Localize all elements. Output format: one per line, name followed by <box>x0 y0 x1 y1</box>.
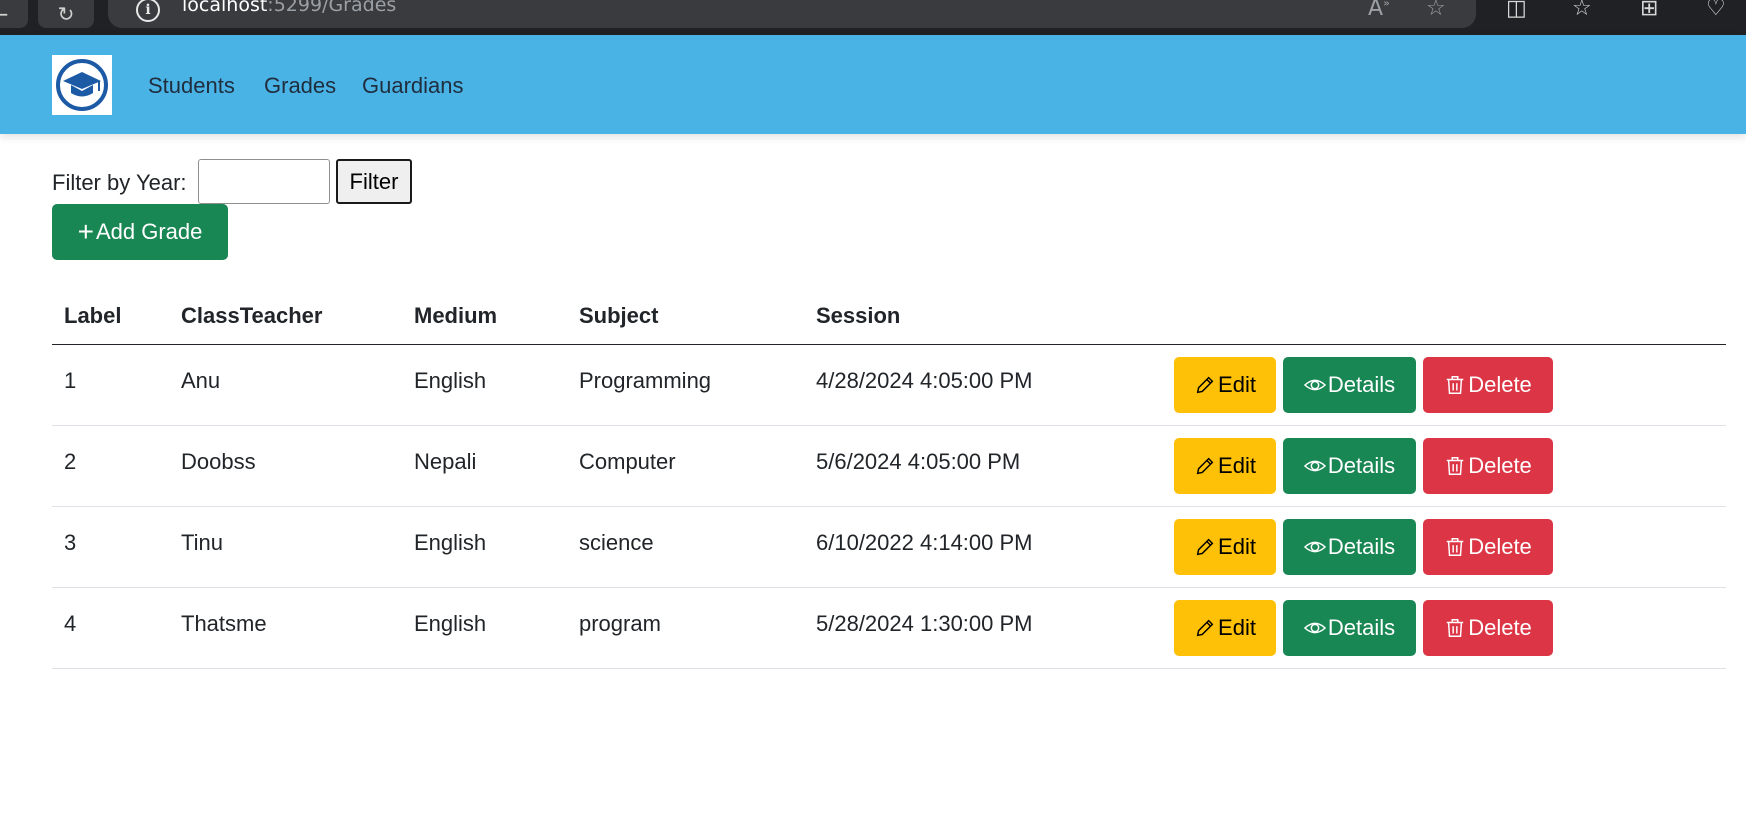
details-button[interactable]: Details <box>1283 519 1416 575</box>
trash-icon <box>1446 457 1464 475</box>
details-label: Details <box>1327 453 1396 478</box>
cell-classteacher: Tinu <box>181 530 223 555</box>
nav-link-grades[interactable]: Grades <box>264 73 336 99</box>
read-aloud-icon[interactable]: A» <box>1368 0 1390 21</box>
nav-link-guardians[interactable]: Guardians <box>362 73 464 99</box>
collections-icon[interactable]: ⊞ <box>1640 0 1658 21</box>
delete-button[interactable]: Delete <box>1423 357 1553 413</box>
pencil-icon <box>1196 538 1214 556</box>
eye-icon <box>1303 541 1326 553</box>
edit-label: Edit <box>1218 372 1256 397</box>
cell-medium: English <box>414 611 487 636</box>
nav-link-students[interactable]: Students <box>148 73 235 99</box>
trash-icon <box>1446 538 1464 556</box>
cell-subject: program <box>579 611 661 636</box>
back-arrow-icon: ← <box>0 2 8 26</box>
delete-label: Delete <box>1468 453 1532 478</box>
delete-button[interactable]: Delete <box>1423 600 1553 656</box>
header-label: Label <box>64 303 122 328</box>
delete-button[interactable]: Delete <box>1423 438 1553 494</box>
header-subject: Subject <box>579 303 659 328</box>
back-button[interactable]: ← <box>0 0 28 28</box>
address-bar[interactable]: i localhost:5299/Grades A» ☆ <box>108 0 1476 28</box>
details-button[interactable]: Details <box>1283 357 1416 413</box>
details-button[interactable]: Details <box>1283 600 1416 656</box>
edit-label: Edit <box>1218 453 1256 478</box>
filter-year-input[interactable] <box>198 159 330 204</box>
cell-classteacher: Thatsme <box>181 611 267 636</box>
pencil-icon <box>1196 619 1214 637</box>
delete-label: Delete <box>1468 372 1532 397</box>
delete-label: Delete <box>1468 615 1532 640</box>
table-row: 1 Anu English Programming 4/28/2024 4:05… <box>52 345 1726 426</box>
reload-button[interactable]: ↻ <box>38 0 94 28</box>
cell-session: 4/28/2024 4:05:00 PM <box>816 368 1033 393</box>
cell-session: 5/6/2024 4:05:00 PM <box>816 449 1021 474</box>
header-classteacher: ClassTeacher <box>181 303 323 328</box>
cell-label: 1 <box>64 368 77 393</box>
cell-label: 3 <box>64 530 77 555</box>
table-row: 3 Tinu English science 6/10/2022 4:14:00… <box>52 507 1726 588</box>
add-grade-label: Add Grade <box>95 219 203 244</box>
url-text[interactable]: localhost:5299/Grades <box>182 0 396 16</box>
edit-button[interactable]: Edit <box>1174 438 1276 494</box>
favorites-icon[interactable]: ☆ <box>1572 0 1592 21</box>
favorite-star-icon[interactable]: ☆ <box>1426 0 1446 21</box>
pencil-icon <box>1196 376 1214 394</box>
performance-icon[interactable]: ♡ <box>1706 0 1726 21</box>
eye-icon <box>1303 622 1326 634</box>
navbar: Students Grades Guardians <box>0 35 1746 134</box>
delete-label: Delete <box>1468 534 1532 559</box>
details-label: Details <box>1327 615 1396 640</box>
cell-subject: science <box>579 530 654 555</box>
school-logo[interactable] <box>52 55 112 115</box>
eye-icon <box>1303 379 1326 391</box>
filter-button[interactable]: Filter <box>336 159 412 204</box>
cell-label: 2 <box>64 449 77 474</box>
pencil-icon <box>1196 457 1214 475</box>
eye-icon <box>1303 460 1326 472</box>
reload-icon: ↻ <box>57 2 75 26</box>
edit-button[interactable]: Edit <box>1174 600 1276 656</box>
table-row: 4 Thatsme English program 5/28/2024 1:30… <box>52 588 1726 669</box>
cell-medium: Nepali <box>414 449 477 474</box>
add-grade-button[interactable]: + Add Grade <box>52 204 228 260</box>
delete-button[interactable]: Delete <box>1423 519 1553 575</box>
details-label: Details <box>1327 372 1396 397</box>
plus-icon: + <box>77 216 94 247</box>
cell-medium: English <box>414 368 487 393</box>
cell-subject: Programming <box>579 368 712 393</box>
header-medium: Medium <box>414 303 498 328</box>
edit-label: Edit <box>1218 615 1256 640</box>
details-label: Details <box>1327 534 1396 559</box>
browser-toolbar: ← ↻ i localhost:5299/Grades A» ☆ ◫ ☆ ⊞ ♡ <box>0 0 1746 35</box>
cell-session: 6/10/2022 4:14:00 PM <box>816 530 1033 555</box>
trash-icon <box>1446 376 1464 394</box>
cell-session: 5/28/2024 1:30:00 PM <box>816 611 1033 636</box>
cell-classteacher: Anu <box>181 368 221 393</box>
details-button[interactable]: Details <box>1283 438 1416 494</box>
filter-year-label: Filter by Year: <box>52 170 187 195</box>
edit-button[interactable]: Edit <box>1174 519 1276 575</box>
trash-icon <box>1446 619 1464 637</box>
split-screen-icon[interactable]: ◫ <box>1506 0 1527 21</box>
header-session: Session <box>816 303 901 328</box>
edit-button[interactable]: Edit <box>1174 357 1276 413</box>
cell-medium: English <box>414 530 487 555</box>
cell-subject: Computer <box>579 449 676 474</box>
edit-label: Edit <box>1218 534 1256 559</box>
cell-classteacher: Doobss <box>181 449 256 474</box>
table-row: 2 Doobss Nepali Computer 5/6/2024 4:05:0… <box>52 426 1726 507</box>
graduation-cap-icon <box>56 59 108 111</box>
site-info-icon[interactable]: i <box>136 0 160 22</box>
cell-label: 4 <box>64 611 77 636</box>
